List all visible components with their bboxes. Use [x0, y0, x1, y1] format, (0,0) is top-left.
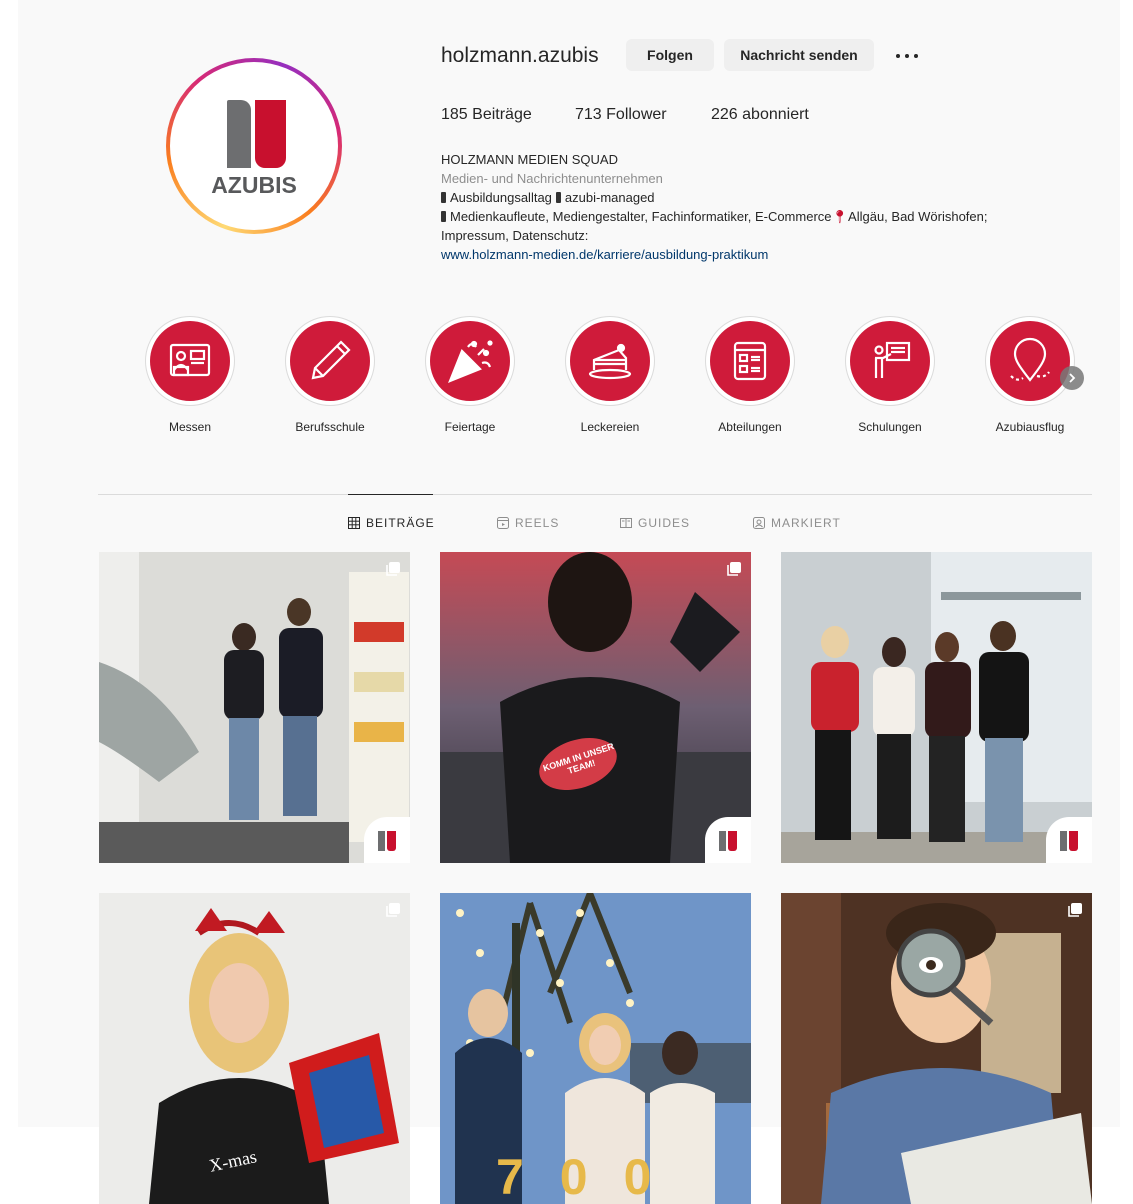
- bio-line-1-b: azubi-managed: [564, 190, 655, 205]
- brand-logo-badge: [364, 817, 410, 863]
- post-thumbnail[interactable]: [781, 552, 1092, 863]
- pencil-icon: [311, 340, 351, 380]
- tab-guides[interactable]: GUIDES: [620, 516, 690, 530]
- highlight-label: Feiertage: [444, 420, 496, 434]
- highlight-label: Berufsschule: [295, 420, 365, 434]
- post-thumbnail[interactable]: X-mas: [99, 893, 410, 1204]
- highlight-label: Leckereien: [580, 420, 640, 434]
- highlight-label: Schulungen: [858, 420, 922, 434]
- highlight-label: Azubiausflug: [995, 420, 1065, 434]
- logo-red-bar: [255, 100, 286, 168]
- post-image-group-four: [781, 552, 1092, 863]
- pen-icon: [441, 192, 446, 203]
- highlight-label: Messen: [168, 420, 212, 434]
- guides-icon: [620, 518, 632, 528]
- highlight-abteilungen[interactable]: Abteilungen: [702, 316, 798, 434]
- multiple-images-icon: [386, 903, 400, 917]
- bio-line-2-b: Allgäu, Bad Wörishofen;: [848, 209, 988, 224]
- tab-label: BEITRÄGE: [366, 516, 435, 530]
- posts-count: 185 Beiträge: [441, 106, 532, 123]
- reels-icon: [497, 517, 509, 529]
- party-popper-icon: [448, 340, 493, 383]
- highlight-schulungen[interactable]: Schulungen: [842, 316, 938, 434]
- booth-icon: [169, 343, 211, 377]
- followers-count[interactable]: 713 Follower: [575, 106, 667, 124]
- map-pin-icon: [1010, 337, 1050, 382]
- profile-bio: HOLZMANN MEDIEN SQUAD Medien- und Nachri…: [441, 150, 1081, 264]
- post-image-office-entrance: [99, 552, 410, 863]
- follow-button[interactable]: Folgen: [626, 39, 714, 71]
- profile-avatar[interactable]: AZUBIS: [166, 58, 342, 234]
- bio-line-1: Ausbildungsalltag azubi-managed: [441, 188, 1081, 207]
- tabs-divider: [98, 494, 1092, 495]
- brand-logo-badge: [1046, 817, 1092, 863]
- avatar-logo: AZUBIS: [170, 62, 338, 230]
- chevron-right-icon: [1069, 373, 1076, 383]
- bio-line-1-a: Ausbildungsalltag: [450, 190, 552, 205]
- document-list-icon: [733, 341, 767, 381]
- logo-grey-bar: [227, 100, 251, 168]
- highlight-berufsschule[interactable]: Berufsschule: [282, 316, 378, 434]
- bio-website-link[interactable]: www.holzmann-medien.de/karriere/ausbildu…: [441, 247, 768, 262]
- tab-reels[interactable]: REELS: [497, 516, 559, 530]
- multiple-images-icon: [727, 562, 741, 576]
- more-options-icon[interactable]: [893, 44, 921, 66]
- send-message-button[interactable]: Nachricht senden: [724, 39, 874, 71]
- following-count[interactable]: 226 abonniert: [711, 106, 809, 124]
- multiple-images-icon: [386, 562, 400, 576]
- post-thumbnail[interactable]: [99, 552, 410, 863]
- multiple-images-icon: [1068, 903, 1082, 917]
- tab-label: REELS: [515, 516, 560, 530]
- cake-icon: [588, 343, 632, 380]
- tab-label: MARKIERT: [771, 516, 841, 530]
- highlight-messen[interactable]: Messen: [142, 316, 238, 434]
- active-tab-indicator: [348, 494, 433, 495]
- brand-logo-badge: [705, 817, 751, 863]
- bio-line-2-a: Medienkaufleute, Mediengestalter, Fachin…: [450, 209, 832, 224]
- grid-icon: [348, 517, 360, 529]
- bio-category: Medien- und Nachrichtenunternehmen: [441, 171, 663, 186]
- bio-line-2: Medienkaufleute, Mediengestalter, Fachin…: [441, 207, 1081, 226]
- presenter-icon: [874, 341, 911, 378]
- bio-line-3: Impressum, Datenschutz:: [441, 228, 589, 243]
- highlight-leckereien[interactable]: Leckereien: [562, 316, 658, 434]
- pen-icon: [441, 211, 446, 222]
- highlight-feiertage[interactable]: Feiertage: [422, 316, 518, 434]
- pen-icon: [555, 192, 561, 203]
- post-thumbnail[interactable]: KOMM IN UNSER TEAM!: [440, 552, 751, 863]
- post-thumbnail[interactable]: 700: [440, 893, 751, 1204]
- tab-label: GUIDES: [638, 516, 691, 530]
- highlights-next-button[interactable]: [1060, 366, 1084, 390]
- logo-text: AZUBIS: [211, 172, 297, 198]
- tab-tagged[interactable]: MARKIERT: [753, 516, 841, 530]
- bio-name: HOLZMANN MEDIEN SQUAD: [441, 152, 618, 167]
- location-pin-icon: 📍︎: [831, 209, 849, 224]
- profile-username: holzmann.azubis: [441, 44, 599, 67]
- number-candles-text: 700: [496, 1149, 688, 1204]
- highlight-label: Abteilungen: [718, 420, 782, 434]
- post-thumbnail[interactable]: [781, 893, 1092, 1204]
- tagged-icon: [753, 517, 765, 529]
- post-image-magnifying-glass: [781, 893, 1092, 1204]
- tab-posts[interactable]: BEITRÄGE: [348, 516, 435, 530]
- post-image-team-shirt: [440, 552, 751, 863]
